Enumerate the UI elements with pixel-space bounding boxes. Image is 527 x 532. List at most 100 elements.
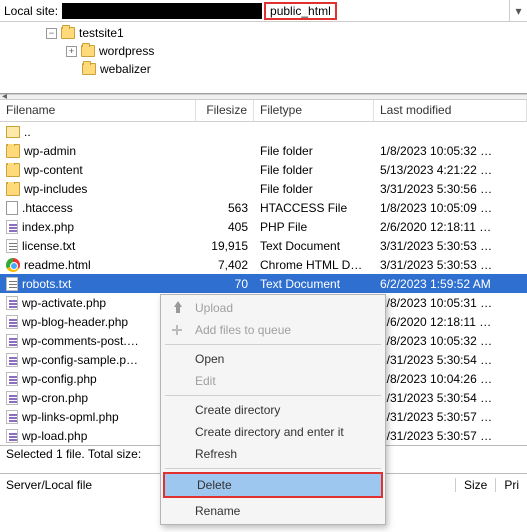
file-name: wp-config-sample.p…	[22, 353, 138, 367]
file-type: Text Document	[254, 239, 374, 253]
file-name: wp-content	[24, 163, 83, 177]
file-name: wp-links-opml.php	[22, 410, 119, 424]
file-modified: 3/31/2023 5:30:54 …	[374, 353, 527, 367]
generic-file-icon	[6, 201, 18, 215]
ctx-open[interactable]: Open	[163, 348, 383, 370]
file-modified: 3/31/2023 5:30:53 …	[374, 258, 527, 272]
file-type: Chrome HTML Do…	[254, 258, 374, 272]
status-text: Selected 1 file. Total size:	[6, 447, 141, 461]
local-path-highlight: public_html	[264, 2, 337, 20]
php-file-icon	[6, 334, 18, 348]
collapse-icon[interactable]: −	[46, 28, 57, 39]
file-modified: 3/31/2023 5:30:54 …	[374, 391, 527, 405]
file-name: robots.txt	[22, 277, 71, 291]
pane-splitter[interactable]: ◂	[0, 94, 527, 100]
file-name: license.txt	[22, 239, 75, 253]
file-size: 19,915	[196, 239, 254, 253]
file-modified: 3/31/2023 5:30:57 …	[374, 429, 527, 443]
ctx-label: Open	[195, 352, 224, 366]
ctx-rename[interactable]: Rename	[163, 500, 383, 522]
php-file-icon	[6, 372, 18, 386]
folder-icon	[6, 182, 20, 196]
ctx-create-dir[interactable]: Create directory	[163, 399, 383, 421]
table-row[interactable]: index.php405PHP File2/6/2020 12:18:11 …	[0, 217, 527, 236]
file-type: File folder	[254, 163, 374, 177]
col-filesize[interactable]: Filesize	[196, 100, 254, 121]
file-modified: 2/6/2020 12:18:11 …	[374, 220, 527, 234]
path-text: public_html	[270, 4, 331, 18]
path-dropdown-button[interactable]: ▾	[509, 0, 527, 21]
chrome-html-icon	[6, 258, 20, 272]
php-file-icon	[6, 353, 18, 367]
parent-folder-icon	[6, 126, 20, 138]
col-size[interactable]: Size	[455, 478, 495, 492]
ctx-label: Delete	[197, 478, 232, 492]
file-list-header[interactable]: Filename Filesize Filetype Last modified	[0, 100, 527, 122]
file-type: Text Document	[254, 277, 374, 291]
table-row[interactable]: wp-adminFile folder1/8/2023 10:05:32 …	[0, 141, 527, 160]
tree-label: webalizer	[100, 62, 151, 76]
folder-icon	[61, 27, 75, 39]
file-name: wp-load.php	[22, 429, 87, 443]
folder-icon	[81, 45, 95, 57]
file-name: wp-config.php	[22, 372, 97, 386]
context-menu: Upload Add files to queue Open Edit Crea…	[160, 294, 386, 525]
file-modified: 3/31/2023 5:30:57 …	[374, 410, 527, 424]
folder-tree[interactable]: − testsite1 + wordpress webalizer	[0, 22, 527, 94]
file-modified: 1/8/2023 10:05:31 …	[374, 296, 527, 310]
file-name: wp-includes	[24, 182, 87, 196]
table-row[interactable]: readme.html7,402Chrome HTML Do…3/31/2023…	[0, 255, 527, 274]
col-filename[interactable]: Filename	[0, 100, 196, 121]
file-modified: 3/31/2023 5:30:56 …	[374, 182, 527, 196]
separator	[165, 344, 381, 345]
ctx-label: Edit	[195, 374, 216, 388]
separator	[165, 395, 381, 396]
php-file-icon	[6, 315, 18, 329]
col-modified[interactable]: Last modified	[374, 100, 527, 121]
php-file-icon	[6, 296, 18, 310]
file-modified: 3/31/2023 5:30:53 …	[374, 239, 527, 253]
ctx-label: Upload	[195, 301, 233, 315]
ctx-label: Rename	[195, 504, 240, 518]
ctx-label: Add files to queue	[195, 323, 291, 337]
tree-item[interactable]: − testsite1	[6, 24, 521, 42]
file-modified: 1/8/2023 10:05:09 …	[374, 201, 527, 215]
folder-icon	[82, 63, 96, 75]
file-name: wp-admin	[24, 144, 76, 158]
tree-item[interactable]: + wordpress	[6, 42, 521, 60]
ctx-upload: Upload	[163, 297, 383, 319]
file-name: readme.html	[24, 258, 91, 272]
ctx-label: Create directory	[195, 403, 280, 417]
file-type: PHP File	[254, 220, 374, 234]
file-modified: 2/6/2020 12:18:11 …	[374, 315, 527, 329]
upload-arrow-icon	[171, 301, 185, 315]
table-row[interactable]: robots.txt70Text Document6/2/2023 1:59:5…	[0, 274, 527, 293]
ctx-delete[interactable]: Delete	[163, 472, 383, 498]
ctx-create-dir-enter[interactable]: Create directory and enter it	[163, 421, 383, 443]
chevron-left-icon: ◂	[2, 91, 7, 102]
local-site-label: Local site:	[0, 4, 62, 18]
col-priority[interactable]: Pri	[495, 478, 527, 492]
local-site-bar: Local site: public_html ▾	[0, 0, 527, 22]
file-modified: 1/8/2023 10:04:26 …	[374, 372, 527, 386]
ctx-add-queue: Add files to queue	[163, 319, 383, 341]
file-size: 70	[196, 277, 254, 291]
table-row[interactable]: wp-content File folder5/13/2023 4:21:22 …	[0, 160, 527, 179]
ctx-edit: Edit	[163, 370, 383, 392]
file-name: wp-cron.php	[22, 391, 88, 405]
file-modified: 5/13/2023 4:21:22 …	[374, 163, 527, 177]
col-filetype[interactable]: Filetype	[254, 100, 374, 121]
ctx-refresh[interactable]: Refresh	[163, 443, 383, 465]
folder-icon	[6, 144, 20, 158]
tree-label: testsite1	[79, 26, 124, 40]
tree-item[interactable]: webalizer	[6, 60, 521, 78]
file-modified: 1/8/2023 10:05:32 …	[374, 334, 527, 348]
file-name: index.php	[22, 220, 74, 234]
file-name: ..	[24, 125, 31, 139]
expand-icon[interactable]: +	[66, 46, 77, 57]
table-row[interactable]: .htaccess563HTACCESS File1/8/2023 10:05:…	[0, 198, 527, 217]
ctx-label: Create directory and enter it	[195, 425, 344, 439]
table-row[interactable]: license.txt 19,915Text Document3/31/2023 …	[0, 236, 527, 255]
table-row[interactable]: ..	[0, 122, 527, 141]
table-row[interactable]: wp-includesFile folder3/31/2023 5:30:56 …	[0, 179, 527, 198]
